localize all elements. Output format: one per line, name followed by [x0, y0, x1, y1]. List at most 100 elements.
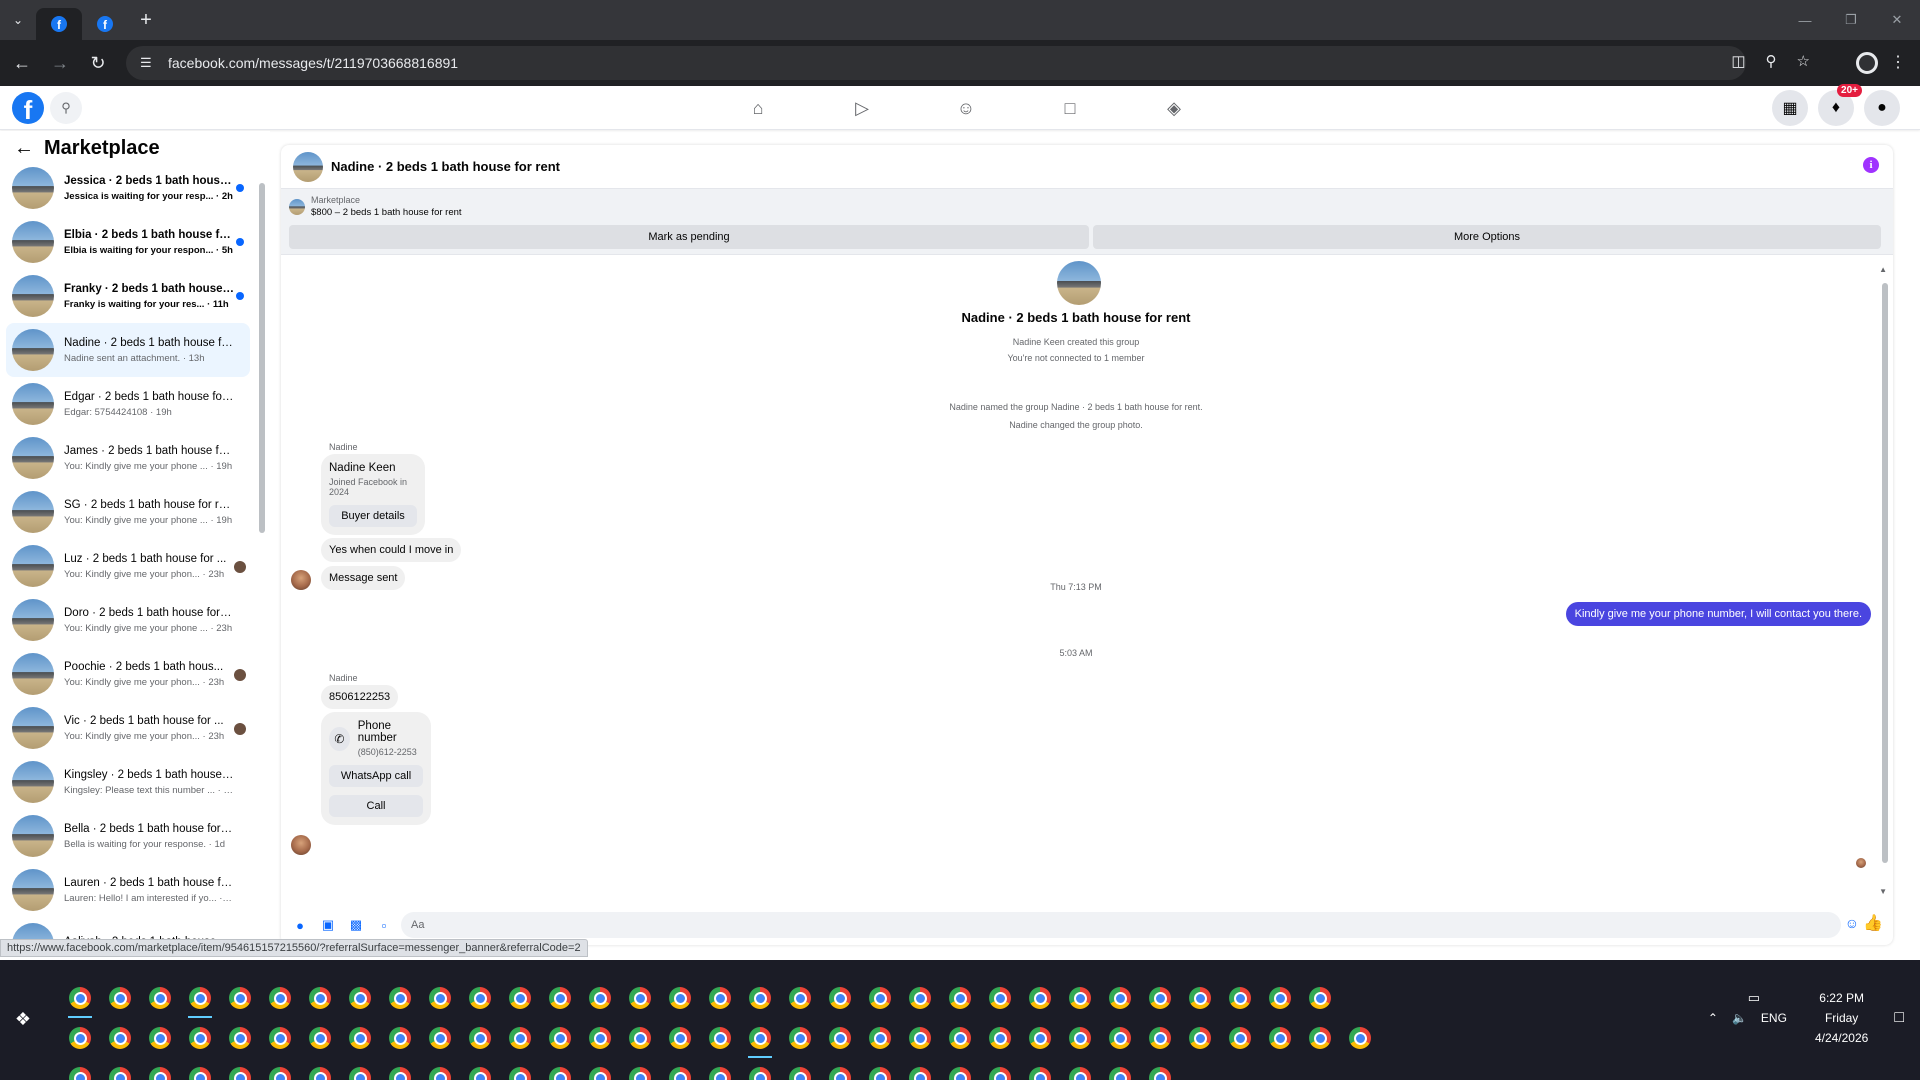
chrome-taskbar-icon[interactable]: [340, 1058, 380, 1080]
chrome-taskbar-icon[interactable]: [220, 1058, 260, 1080]
chrome-taskbar-icon[interactable]: [940, 1018, 980, 1058]
chrome-taskbar-icon[interactable]: [1300, 1018, 1340, 1058]
menu-grid-icon[interactable]: ▦: [1772, 90, 1808, 126]
listing-info[interactable]: Marketplace $800 – 2 beds 1 bath house f…: [289, 195, 462, 218]
chrome-taskbar-icon[interactable]: [380, 1058, 420, 1080]
chrome-taskbar-icon[interactable]: [100, 1018, 140, 1058]
chrome-taskbar-icon[interactable]: [460, 1018, 500, 1058]
chrome-taskbar-icon[interactable]: [1020, 978, 1060, 1018]
chrome-taskbar-icon[interactable]: [1220, 978, 1260, 1018]
chrome-taskbar-icon[interactable]: [1100, 978, 1140, 1018]
chrome-taskbar-icon[interactable]: [1100, 1058, 1140, 1080]
conversation-item[interactable]: Poochie · 2 beds 1 bath hous... You: Kind…: [6, 647, 250, 701]
chrome-taskbar-icon[interactable]: [700, 978, 740, 1018]
tab-search-chevron-icon[interactable]: ⌄: [0, 0, 36, 40]
chrome-taskbar-icon[interactable]: [460, 1058, 500, 1080]
chrome-taskbar-icon[interactable]: [900, 1058, 940, 1080]
sidebar-scrollbar[interactable]: [258, 171, 266, 533]
chrome-taskbar-icon[interactable]: [660, 978, 700, 1018]
chrome-taskbar-icon[interactable]: [1140, 978, 1180, 1018]
chrome-taskbar-icon[interactable]: [740, 1018, 780, 1058]
chrome-taskbar-icon[interactable]: [500, 1018, 540, 1058]
chrome-taskbar-icon[interactable]: [1260, 1018, 1300, 1058]
chrome-taskbar-icon[interactable]: [540, 1018, 580, 1058]
chrome-taskbar-icon[interactable]: [540, 1058, 580, 1080]
conversation-item[interactable]: Vic · 2 beds 1 bath house for ... You: Ki…: [6, 701, 250, 755]
chrome-taskbar-icon[interactable]: [260, 1018, 300, 1058]
chrome-taskbar-icon[interactable]: [60, 978, 100, 1018]
nadine-avatar[interactable]: [291, 835, 311, 855]
message-input[interactable]: Aa: [401, 912, 1841, 938]
chat-title[interactable]: Nadine · 2 beds 1 bath house for rent: [331, 159, 560, 174]
whatsapp-call-button[interactable]: WhatsApp call: [329, 765, 423, 787]
chrome-taskbar-icon[interactable]: [740, 1058, 780, 1080]
chrome-taskbar-icon[interactable]: [1340, 1018, 1380, 1058]
chrome-taskbar-icon[interactable]: [820, 978, 860, 1018]
chrome-taskbar-icon[interactable]: [1060, 1018, 1100, 1058]
chrome-taskbar-icon[interactable]: [300, 1058, 340, 1080]
scrollbar-thumb[interactable]: [1882, 283, 1888, 863]
chrome-menu-icon[interactable]: ⋮: [1890, 52, 1906, 72]
more-options-button[interactable]: More Options: [1093, 225, 1881, 249]
chrome-taskbar-icon[interactable]: [940, 1058, 980, 1080]
chrome-taskbar-icon[interactable]: [780, 1058, 820, 1080]
chrome-taskbar-icon[interactable]: [420, 1058, 460, 1080]
thumbs-up-icon[interactable]: 👍: [1863, 913, 1883, 933]
chrome-taskbar-icon[interactable]: [420, 978, 460, 1018]
chrome-taskbar-icon[interactable]: [420, 1018, 460, 1058]
scroll-up-icon[interactable]: ▲: [1879, 265, 1887, 274]
chrome-taskbar-icon[interactable]: [780, 1018, 820, 1058]
sticker-icon[interactable]: ▩: [345, 914, 367, 936]
volume-icon[interactable]: 🔈: [1732, 1011, 1747, 1025]
clock[interactable]: 6:22 PM Friday 4/24/2026: [1815, 988, 1868, 1048]
chrome-taskbar-icon[interactable]: [1260, 978, 1300, 1018]
gif-icon[interactable]: ▫: [373, 914, 395, 936]
chrome-taskbar-icon[interactable]: [220, 978, 260, 1018]
home-icon[interactable]: ⌂: [706, 86, 810, 130]
chevron-up-icon[interactable]: ⌃: [1708, 1011, 1718, 1025]
chrome-taskbar-icon[interactable]: [1220, 1018, 1260, 1058]
conversation-item[interactable]: Nadine · 2 beds 1 bath house fo... Nadine…: [6, 323, 250, 377]
notifications-bell-icon[interactable]: ♦ 20+: [1818, 84, 1862, 126]
account-avatar[interactable]: ●: [1864, 90, 1900, 126]
chrome-taskbar-icon[interactable]: [540, 978, 580, 1018]
conversation-item[interactable]: Jessica · 2 beds 1 bath house f... Jessic…: [6, 161, 250, 215]
chrome-taskbar-icon[interactable]: [60, 1058, 100, 1080]
notification-center-icon[interactable]: □: [1894, 1009, 1904, 1027]
chrome-taskbar-icon[interactable]: [1020, 1018, 1060, 1058]
chrome-taskbar-icon[interactable]: [300, 978, 340, 1018]
chrome-taskbar-icon[interactable]: [380, 1018, 420, 1058]
chrome-taskbar-icon[interactable]: [580, 978, 620, 1018]
conversation-item[interactable]: Franky · 2 beds 1 bath house f... Franky …: [6, 269, 250, 323]
chrome-taskbar-icon[interactable]: [1100, 1018, 1140, 1058]
conversation-item[interactable]: Kingsley · 2 beds 1 bath house f... Kings…: [6, 755, 250, 809]
chrome-taskbar-icon[interactable]: [620, 1058, 660, 1080]
chrome-taskbar-icon[interactable]: [140, 978, 180, 1018]
group-avatar[interactable]: [293, 151, 323, 182]
chrome-taskbar-icon[interactable]: [140, 1058, 180, 1080]
chrome-taskbar-icon[interactable]: [180, 1018, 220, 1058]
new-tab-button[interactable]: +: [128, 4, 164, 36]
reload-icon[interactable]: ↻: [82, 47, 114, 79]
conversation-item[interactable]: James · 2 beds 1 bath house for... You: K…: [6, 431, 250, 485]
restore-icon[interactable]: ❐: [1828, 0, 1874, 40]
chat-scrollbar[interactable]: [1881, 257, 1889, 897]
video-icon[interactable]: ▷: [810, 86, 914, 130]
chrome-taskbar-icon[interactable]: [1180, 1018, 1220, 1058]
chrome-taskbar-icon[interactable]: [660, 1058, 700, 1080]
chrome-taskbar-icon[interactable]: [180, 1058, 220, 1080]
windows-start-icon[interactable]: ❖: [12, 1008, 34, 1030]
chrome-taskbar-icon[interactable]: [100, 1058, 140, 1080]
chrome-taskbar-icon[interactable]: [1140, 1018, 1180, 1058]
chrome-taskbar-icon[interactable]: [180, 978, 220, 1018]
chrome-taskbar-icon[interactable]: [980, 1018, 1020, 1058]
conversation-item[interactable]: Edgar · 2 beds 1 bath house for ... Edgar…: [6, 377, 250, 431]
zoom-icon[interactable]: ⚲: [1766, 52, 1777, 70]
chrome-taskbar-icon[interactable]: [1020, 1058, 1060, 1080]
chrome-taskbar-icon[interactable]: [580, 1018, 620, 1058]
info-icon[interactable]: i: [1863, 157, 1879, 173]
search-icon[interactable]: ⚲: [50, 92, 82, 124]
chrome-taskbar-icon[interactable]: [780, 978, 820, 1018]
site-settings-icon[interactable]: ☰: [140, 55, 158, 71]
chrome-taskbar-icon[interactable]: [820, 1018, 860, 1058]
